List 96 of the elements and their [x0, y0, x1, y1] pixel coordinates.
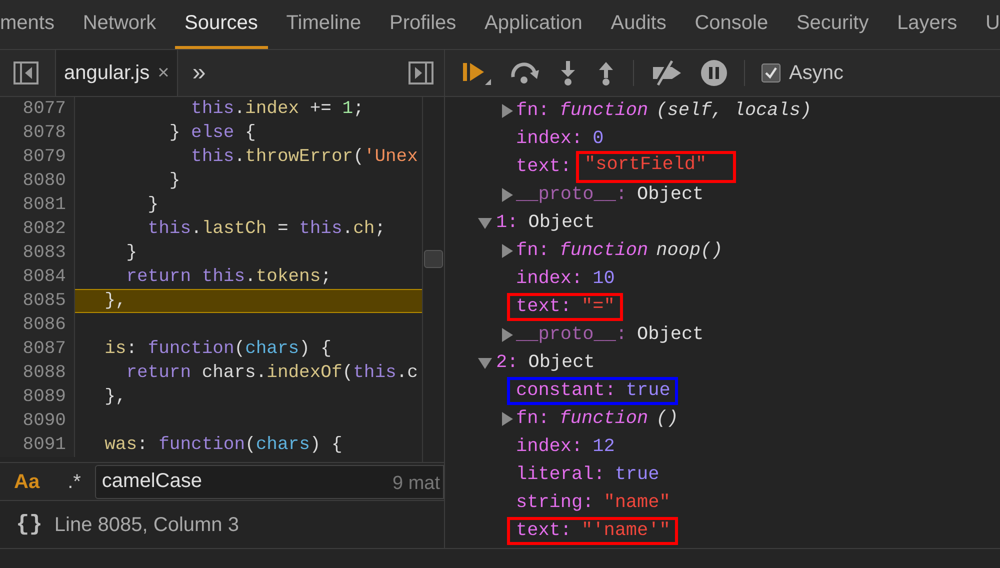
code-line: }	[125, 242, 138, 265]
line-number: 8083	[22, 242, 67, 265]
pretty-print-button[interactable]: {}	[0, 508, 54, 541]
panel-tab[interactable]: Security	[786, 0, 879, 49]
debugger-toggle-icon[interactable]	[408, 61, 434, 85]
code-line: }	[168, 170, 182, 193]
code-line: this.throwError('Unex	[190, 146, 419, 169]
code-line: this.index += 1;	[190, 98, 365, 121]
object-key: 2:	[496, 349, 518, 377]
property-value: "'name'"	[582, 520, 670, 542]
scrollbar-thumb[interactable]	[424, 250, 443, 268]
property-value: "name"	[604, 491, 670, 515]
code-line: },	[104, 386, 128, 409]
property-name: fn:	[516, 407, 550, 431]
line-number: 8081	[22, 194, 67, 217]
function-signature: (self, locals)	[656, 99, 812, 123]
panel-tab[interactable]: Console	[684, 0, 778, 49]
checkbox[interactable]	[761, 63, 781, 83]
collapsed-arrow-icon[interactable]	[500, 104, 514, 118]
property-name: __proto__:	[516, 323, 628, 347]
line-number: 8086	[22, 314, 67, 337]
property-name: fn:	[516, 99, 550, 123]
code-line: return chars.indexOf(this.c	[125, 362, 419, 385]
panel-tab[interactable]: Application	[474, 0, 592, 49]
collapsed-arrow-icon[interactable]	[500, 244, 514, 258]
panel-tab[interactable]: Timeline	[276, 0, 372, 49]
sidebar-toggle-icon[interactable]	[13, 61, 39, 85]
panel-tab[interactable]: Profiles	[379, 0, 466, 49]
property-name: text:	[516, 296, 572, 318]
property-name: index:	[516, 267, 583, 291]
match-count: 9 mat	[392, 472, 440, 496]
line-number: 8085	[22, 290, 67, 313]
step-over-icon[interactable]	[509, 61, 541, 85]
expanded-arrow-icon[interactable]	[478, 216, 492, 230]
panel-tab[interactable]: Audits	[600, 0, 676, 49]
file-name[interactable]: angular.js	[64, 58, 150, 88]
property-value: 10	[592, 267, 615, 291]
property-value: 0	[592, 127, 604, 151]
property-name: __proto__:	[516, 183, 628, 207]
checkbox-label: Async	[789, 61, 844, 86]
code-line: }	[146, 194, 160, 217]
object-value: Object	[528, 211, 595, 235]
property-name: text:	[516, 520, 572, 542]
object-value: Object	[528, 351, 595, 375]
line-number: 8090	[22, 410, 67, 433]
pause-on-exceptions-icon[interactable]	[700, 59, 728, 87]
property-value: "sortField"	[576, 151, 736, 183]
panel-tab[interactable]: Network	[72, 0, 166, 49]
property-name: index:	[516, 127, 583, 151]
collapsed-arrow-icon[interactable]	[500, 328, 514, 342]
property-value: function	[559, 407, 648, 431]
code-line: this.lastCh = this.ch;	[146, 218, 387, 241]
code-line: } else {	[168, 122, 257, 145]
function-signature: ()	[656, 407, 678, 431]
close-button[interactable]: ×	[158, 58, 170, 88]
line-number: 8091	[22, 434, 67, 457]
file-tab[interactable]: angular.js ×	[55, 50, 178, 96]
property-name: index:	[516, 435, 583, 459]
panel-tab[interactable]: U	[975, 0, 1000, 49]
property-name: text:	[516, 155, 572, 179]
property-value: Object	[637, 323, 704, 347]
more-tabs-button[interactable]: »	[192, 55, 206, 91]
expanded-arrow-icon[interactable]	[478, 356, 492, 370]
property-name: literal:	[516, 463, 605, 487]
object-key: 1:	[496, 209, 518, 237]
property-value: true	[614, 463, 660, 487]
line-number: 8084	[22, 266, 67, 289]
code-line: was: function(chars) {	[104, 434, 344, 457]
property-value: "="	[582, 296, 615, 318]
property-name: constant:	[516, 380, 616, 402]
resume-icon[interactable]	[461, 60, 493, 86]
line-number: 8088	[22, 362, 67, 385]
collapsed-arrow-icon[interactable]	[500, 412, 514, 426]
code-line: return this.tokens;	[125, 266, 332, 289]
line-number: 8079	[22, 146, 67, 169]
collapsed-arrow-icon[interactable]	[500, 188, 514, 202]
panel-tab[interactable]: Layers	[887, 0, 968, 49]
search-option-toggle[interactable]: .*	[54, 466, 95, 496]
property-value: true	[626, 380, 670, 402]
property-value: Object	[637, 183, 704, 207]
code-line: is: function(chars) {	[104, 338, 332, 361]
search-option-toggle[interactable]: Aa	[0, 466, 54, 496]
cursor-position: Line 8085, Column 3	[54, 512, 239, 538]
line-number: 8089	[22, 386, 67, 409]
property-name: fn:	[516, 239, 550, 263]
line-number: 8077	[22, 98, 67, 121]
line-number: 8078	[22, 122, 67, 145]
line-number: 8087	[22, 338, 67, 361]
property-value: function	[559, 99, 648, 123]
property-value: 12	[592, 435, 615, 459]
function-signature: noop()	[656, 239, 723, 263]
line-number: 8082	[22, 218, 67, 241]
line-number: 8080	[22, 170, 67, 193]
panel-tab[interactable]: ments	[0, 0, 64, 49]
property-value: function	[559, 239, 648, 263]
property-name: string:	[516, 491, 594, 515]
